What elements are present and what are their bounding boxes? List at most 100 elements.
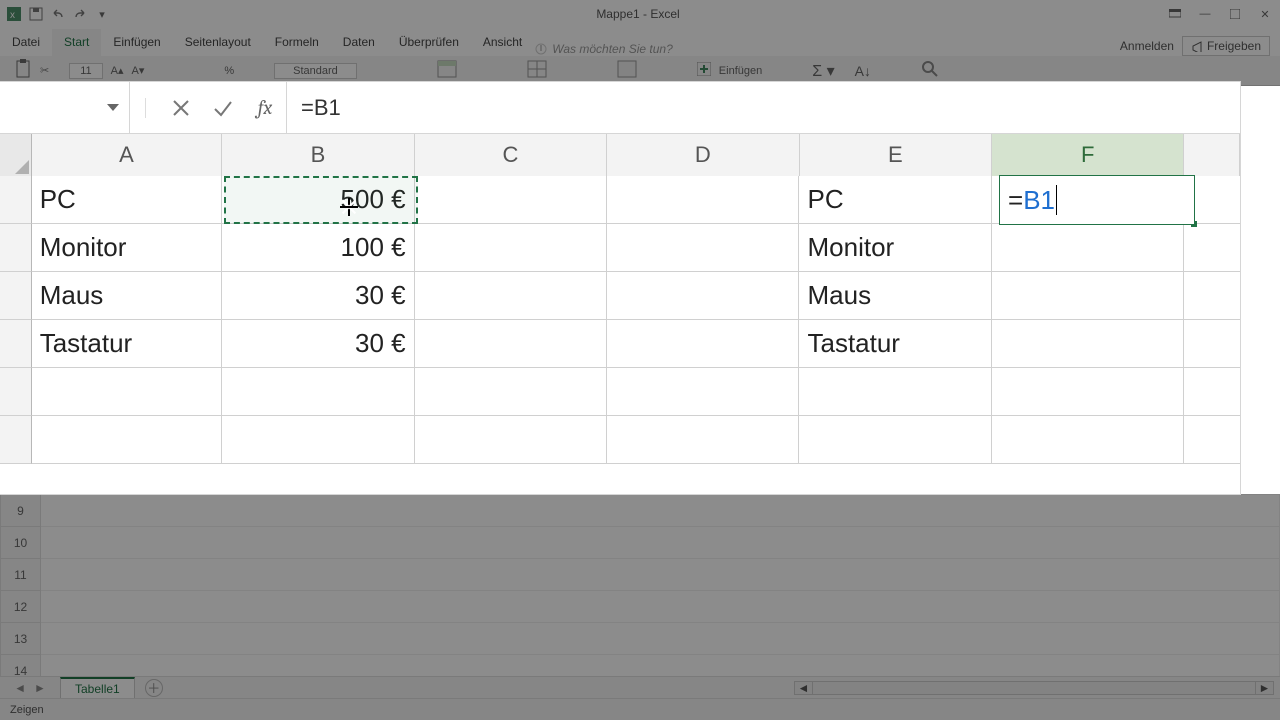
cell-F5[interactable] [992, 368, 1184, 416]
format-as-table-icon[interactable] [527, 60, 547, 81]
close-icon[interactable]: ✕ [1250, 3, 1280, 25]
insert-function-button[interactable]: fx [244, 82, 286, 134]
col-header-C[interactable]: C [415, 134, 607, 176]
cell-C4[interactable] [415, 320, 607, 368]
row-header-5[interactable] [0, 368, 32, 416]
row-header-12[interactable]: 12 [1, 591, 41, 623]
cell-C1[interactable] [415, 176, 607, 224]
editing-cell-content[interactable]: =B1 [1000, 176, 1194, 224]
cell-B4[interactable]: 30 € [222, 320, 414, 368]
sort-filter-icon[interactable]: A↓ [855, 63, 871, 79]
maximize-icon[interactable] [1220, 3, 1250, 25]
font-size-box[interactable]: 11 [69, 63, 102, 79]
cell-C5[interactable] [415, 368, 607, 416]
row-header-3[interactable] [0, 272, 32, 320]
row-header-9[interactable]: 9 [1, 495, 41, 527]
cell-A4[interactable]: Tastatur [32, 320, 222, 368]
cell-E6[interactable] [799, 416, 991, 464]
conditional-formatting-icon[interactable] [437, 60, 457, 81]
new-sheet-button[interactable]: ＋ [145, 679, 163, 697]
cell-D4[interactable] [607, 320, 799, 368]
cell-E1[interactable]: PC [799, 176, 991, 224]
tab-ansicht[interactable]: Ansicht [471, 29, 534, 56]
tab-formeln[interactable]: Formeln [263, 29, 331, 56]
tab-seitenlayout[interactable]: Seitenlayout [173, 29, 263, 56]
save-icon[interactable] [28, 6, 44, 22]
tab-datei[interactable]: Datei [0, 29, 52, 56]
share-button[interactable]: Freigeben [1182, 36, 1270, 56]
cell-B3[interactable]: 30 € [222, 272, 414, 320]
row-header-2[interactable] [0, 224, 32, 272]
tab-start[interactable]: Start [52, 29, 101, 56]
cell-F4[interactable] [992, 320, 1184, 368]
cell-B6[interactable] [222, 416, 414, 464]
cell-E2[interactable]: Monitor [799, 224, 991, 272]
cell-C2[interactable] [415, 224, 607, 272]
row-header-1[interactable] [0, 176, 32, 224]
ribbon-display-options-icon[interactable] [1160, 3, 1190, 25]
cell-styles-icon[interactable] [617, 60, 637, 81]
enter-formula-button[interactable] [202, 82, 244, 134]
percent-icon[interactable]: % [224, 65, 234, 77]
cell-D1[interactable] [607, 176, 799, 224]
undo-icon[interactable] [50, 6, 66, 22]
sheet-tab-active[interactable]: Tabelle1 [60, 677, 135, 699]
cut-icon[interactable]: ✂ [40, 64, 49, 77]
select-all-corner[interactable] [0, 134, 32, 176]
cancel-formula-button[interactable] [160, 82, 202, 134]
row-header-13[interactable]: 13 [1, 623, 41, 655]
cell-C3[interactable] [415, 272, 607, 320]
cell-A1[interactable]: PC [32, 176, 222, 224]
sign-in-link[interactable]: Anmelden [1120, 39, 1174, 53]
cell-F2[interactable] [992, 224, 1184, 272]
name-box-dropdown-icon[interactable] [107, 104, 119, 111]
cell-B5[interactable] [222, 368, 414, 416]
row-header-11[interactable]: 11 [1, 559, 41, 591]
scroll-right-icon[interactable]: ► [1255, 682, 1273, 694]
formula-input[interactable]: =B1 [287, 95, 1240, 121]
find-select-icon[interactable] [921, 60, 939, 81]
cell-F3[interactable] [992, 272, 1184, 320]
cell-B2[interactable]: 100 € [222, 224, 414, 272]
background-grid[interactable]: 9 10 11 12 13 14 [0, 494, 1280, 696]
cell-A5[interactable] [32, 368, 222, 416]
row-header-4[interactable] [0, 320, 32, 368]
cell-E5[interactable] [799, 368, 991, 416]
scroll-left-icon[interactable]: ◄ [795, 682, 813, 694]
col-header-F[interactable]: F [992, 134, 1184, 176]
paste-icon[interactable] [14, 59, 32, 82]
cell-C6[interactable] [415, 416, 607, 464]
cell-A3[interactable]: Maus [32, 272, 222, 320]
sheet-nav-prev-icon[interactable]: ◄ [14, 681, 26, 695]
tab-ueberpruefen[interactable]: Überprüfen [387, 29, 471, 56]
name-box[interactable] [0, 82, 130, 134]
col-header-A[interactable]: A [32, 134, 222, 176]
cell-D5[interactable] [607, 368, 799, 416]
row-header-10[interactable]: 10 [1, 527, 41, 559]
sheet-nav-next-icon[interactable]: ► [34, 681, 46, 695]
row-header-6[interactable] [0, 416, 32, 464]
decrease-font-icon[interactable]: A▾ [132, 64, 145, 77]
redo-icon[interactable] [72, 6, 88, 22]
minimize-icon[interactable]: — [1190, 3, 1220, 25]
cell-E4[interactable]: Tastatur [799, 320, 991, 368]
cell-D3[interactable] [607, 272, 799, 320]
cell-A6[interactable] [32, 416, 222, 464]
cell-A2[interactable]: Monitor [32, 224, 222, 272]
col-header-E[interactable]: E [800, 134, 992, 176]
col-header-B[interactable]: B [222, 134, 414, 176]
autosum-icon[interactable]: Σ ▾ [812, 61, 834, 81]
tab-daten[interactable]: Daten [331, 29, 387, 56]
horizontal-scrollbar[interactable]: ◄ ► [794, 681, 1274, 695]
increase-font-icon[interactable]: A▴ [111, 64, 124, 77]
cell-F6[interactable] [992, 416, 1184, 464]
tell-me-box[interactable]: Was möchten Sie tun? [534, 42, 673, 56]
cell-D6[interactable] [607, 416, 799, 464]
tab-einfuegen[interactable]: Einfügen [101, 29, 172, 56]
insert-cells-icon[interactable] [697, 62, 711, 79]
cell-E3[interactable]: Maus [799, 272, 991, 320]
qa-dropdown-icon[interactable]: ▾ [94, 6, 110, 22]
cell-B1[interactable]: 500 € [222, 176, 414, 224]
cell-D2[interactable] [607, 224, 799, 272]
col-header-D[interactable]: D [607, 134, 799, 176]
